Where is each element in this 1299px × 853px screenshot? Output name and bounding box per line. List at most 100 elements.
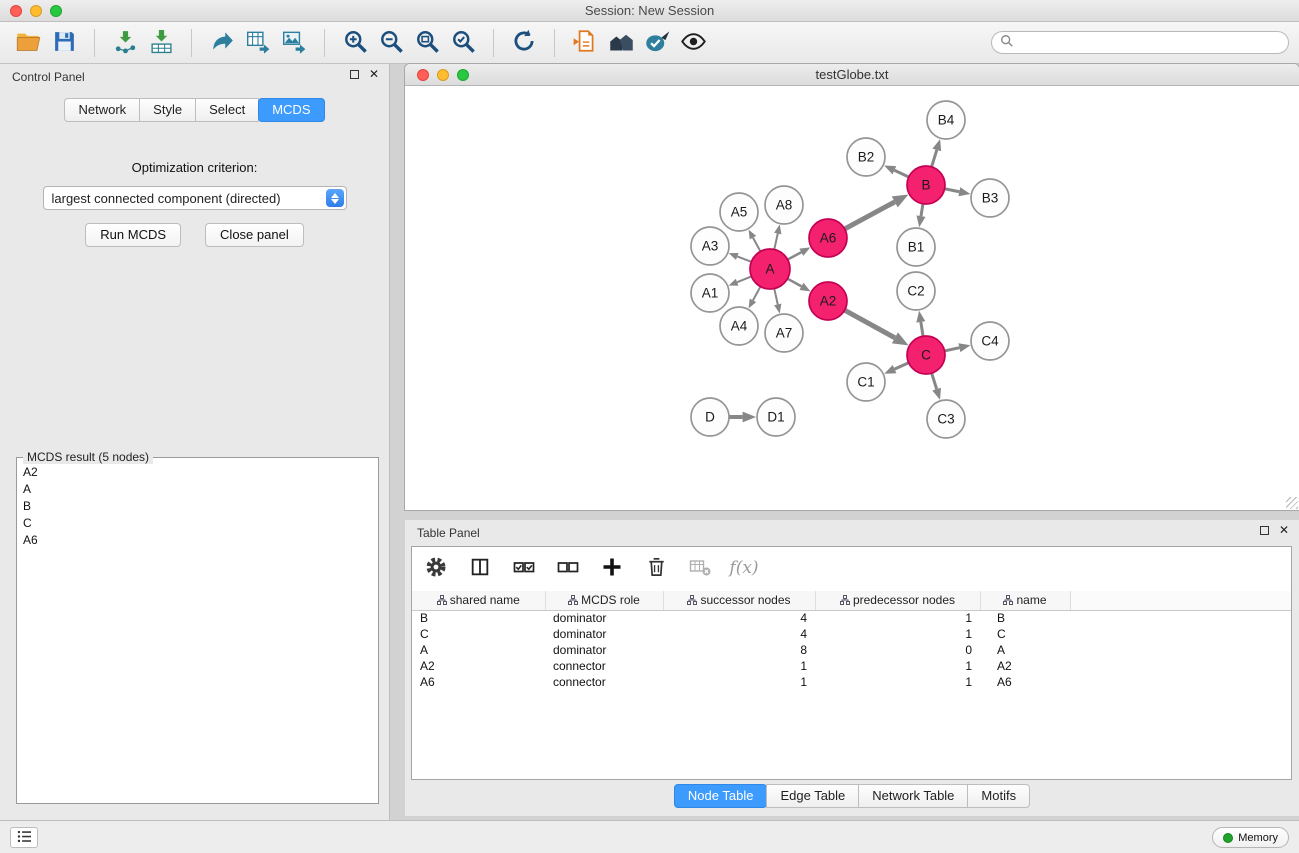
export-network-button[interactable]	[204, 25, 240, 61]
table-cell[interactable]: 1	[663, 674, 815, 690]
export-image-button[interactable]	[276, 25, 312, 61]
table-cell[interactable]: A6	[980, 674, 1070, 690]
graph-edge-A2-C[interactable]	[845, 310, 909, 345]
save-button[interactable]	[46, 25, 82, 61]
graph-edge-A-A2[interactable]	[788, 279, 811, 292]
mcds-result-list[interactable]: A2ABCA6	[19, 464, 376, 801]
table-cell[interactable]: 0	[815, 642, 980, 658]
table-cell[interactable]: B	[980, 610, 1070, 626]
close-panel-button[interactable]: Close panel	[205, 223, 304, 247]
tab-network-table[interactable]: Network Table	[858, 784, 968, 808]
mcds-result-item[interactable]: A6	[19, 532, 376, 549]
table-cell[interactable]: connector	[545, 658, 663, 674]
table-cell[interactable]: A2	[412, 658, 545, 674]
run-mcds-button[interactable]: Run MCDS	[85, 223, 181, 247]
tab-style[interactable]: Style	[139, 98, 196, 122]
table-cell[interactable]: 1	[815, 610, 980, 626]
zoom-out-button[interactable]	[373, 25, 409, 61]
unselect-all-button[interactable]	[554, 554, 582, 582]
graph-edge-A-A3[interactable]	[729, 253, 752, 262]
resize-handle[interactable]	[1286, 497, 1298, 509]
graph-edge-A-A7[interactable]	[774, 289, 781, 314]
mcds-result-item[interactable]: A2	[19, 464, 376, 481]
table-cell[interactable]: dominator	[545, 626, 663, 642]
graph-node-B1[interactable]: B1	[897, 228, 935, 266]
graph-edge-C-C4[interactable]	[945, 343, 971, 352]
table-cell[interactable]: 1	[815, 674, 980, 690]
table-row[interactable]: Cdominator41C	[412, 626, 1291, 642]
graph-edge-A-A5[interactable]	[749, 230, 761, 252]
graph-node-D1[interactable]: D1	[757, 398, 795, 436]
table-row[interactable]: Bdominator41B	[412, 610, 1291, 626]
table-settings-button[interactable]	[422, 554, 450, 582]
network-window-titlebar[interactable]: testGlobe.txt	[405, 64, 1299, 86]
delete-rows-button[interactable]	[642, 554, 670, 582]
graph-edge-B-B3[interactable]	[945, 187, 971, 196]
table-cell[interactable]: C	[412, 626, 545, 642]
close-table-panel-icon[interactable]: ✕	[1279, 525, 1289, 536]
graph-edge-B-B4[interactable]	[932, 139, 942, 167]
graph-node-B4[interactable]: B4	[927, 101, 965, 139]
mcds-result-item[interactable]: C	[19, 515, 376, 532]
tab-node-table[interactable]: Node Table	[674, 784, 768, 808]
search-input[interactable]	[1014, 36, 1280, 50]
table-row[interactable]: A2connector11A2	[412, 658, 1291, 674]
select-all-button[interactable]	[510, 554, 538, 582]
column-header-predecessor-nodes[interactable]: predecessor nodes	[815, 591, 980, 610]
network-graph[interactable]: B4B2BB3A5A8A6B1A3AC2A1A2A4A7C4CC1C3DD1	[405, 86, 1299, 510]
table-row[interactable]: A6connector11A6	[412, 674, 1291, 690]
graph-node-A2[interactable]: A2	[809, 282, 847, 320]
graph-node-A7[interactable]: A7	[765, 314, 803, 352]
table-cell[interactable]: A	[980, 642, 1070, 658]
network-canvas[interactable]: B4B2BB3A5A8A6B1A3AC2A1A2A4A7C4CC1C3DD1	[405, 86, 1299, 510]
zoom-fit-button[interactable]	[409, 25, 445, 61]
show-graphics-details-button[interactable]	[675, 25, 711, 61]
tab-mcds[interactable]: MCDS	[258, 98, 324, 122]
graph-edge-A-A6[interactable]	[788, 247, 811, 259]
column-header-shared-name[interactable]: shared name	[412, 591, 545, 610]
graph-node-C2[interactable]: C2	[897, 272, 935, 310]
graph-node-A[interactable]: A	[750, 249, 790, 289]
table-cell[interactable]: 8	[663, 642, 815, 658]
memory-button[interactable]: Memory	[1212, 827, 1289, 848]
graph-node-C1[interactable]: C1	[847, 363, 885, 401]
graph-edge-C-C1[interactable]	[884, 363, 908, 374]
table-cell[interactable]: A2	[980, 658, 1070, 674]
graph-node-D[interactable]: D	[691, 398, 729, 436]
panel-selector-button[interactable]	[10, 827, 38, 848]
import-network-button[interactable]	[107, 25, 143, 61]
table-cell[interactable]: A6	[412, 674, 545, 690]
table-cell[interactable]: dominator	[545, 642, 663, 658]
graph-node-C4[interactable]: C4	[971, 322, 1009, 360]
zoom-selected-button[interactable]	[445, 25, 481, 61]
graph-edge-A6-B[interactable]	[845, 195, 909, 229]
import-table-button[interactable]	[143, 25, 179, 61]
open-session-button[interactable]	[567, 25, 603, 61]
criterion-select[interactable]: largest connected component (directed)	[43, 186, 347, 210]
table-cell[interactable]: A	[412, 642, 545, 658]
graph-edge-A-A8[interactable]	[774, 225, 781, 250]
home-button[interactable]	[603, 25, 639, 61]
graph-node-A5[interactable]: A5	[720, 193, 758, 231]
graph-node-A3[interactable]: A3	[691, 227, 729, 265]
graph-edge-A-A1[interactable]	[729, 276, 752, 285]
table-cell[interactable]: B	[412, 610, 545, 626]
graph-edge-C-C3[interactable]	[932, 373, 941, 400]
graph-edge-A-A4[interactable]	[749, 287, 761, 309]
close-panel-icon[interactable]: ✕	[369, 69, 379, 80]
zoom-in-button[interactable]	[337, 25, 373, 61]
open-button[interactable]	[10, 25, 46, 61]
graph-node-A1[interactable]: A1	[691, 274, 729, 312]
graph-edge-D-D1[interactable]	[729, 412, 756, 423]
table-cell[interactable]: 1	[663, 658, 815, 674]
table-cell[interactable]: C	[980, 626, 1070, 642]
tab-motifs[interactable]: Motifs	[967, 784, 1030, 808]
search-box[interactable]	[991, 31, 1289, 54]
graph-node-C3[interactable]: C3	[927, 400, 965, 438]
mcds-result-item[interactable]: A	[19, 481, 376, 498]
column-header-mcds-role[interactable]: MCDS role	[545, 591, 663, 610]
column-header-name[interactable]: name	[980, 591, 1070, 610]
table-cell[interactable]: dominator	[545, 610, 663, 626]
tab-edge-table[interactable]: Edge Table	[766, 784, 859, 808]
graph-node-B2[interactable]: B2	[847, 138, 885, 176]
